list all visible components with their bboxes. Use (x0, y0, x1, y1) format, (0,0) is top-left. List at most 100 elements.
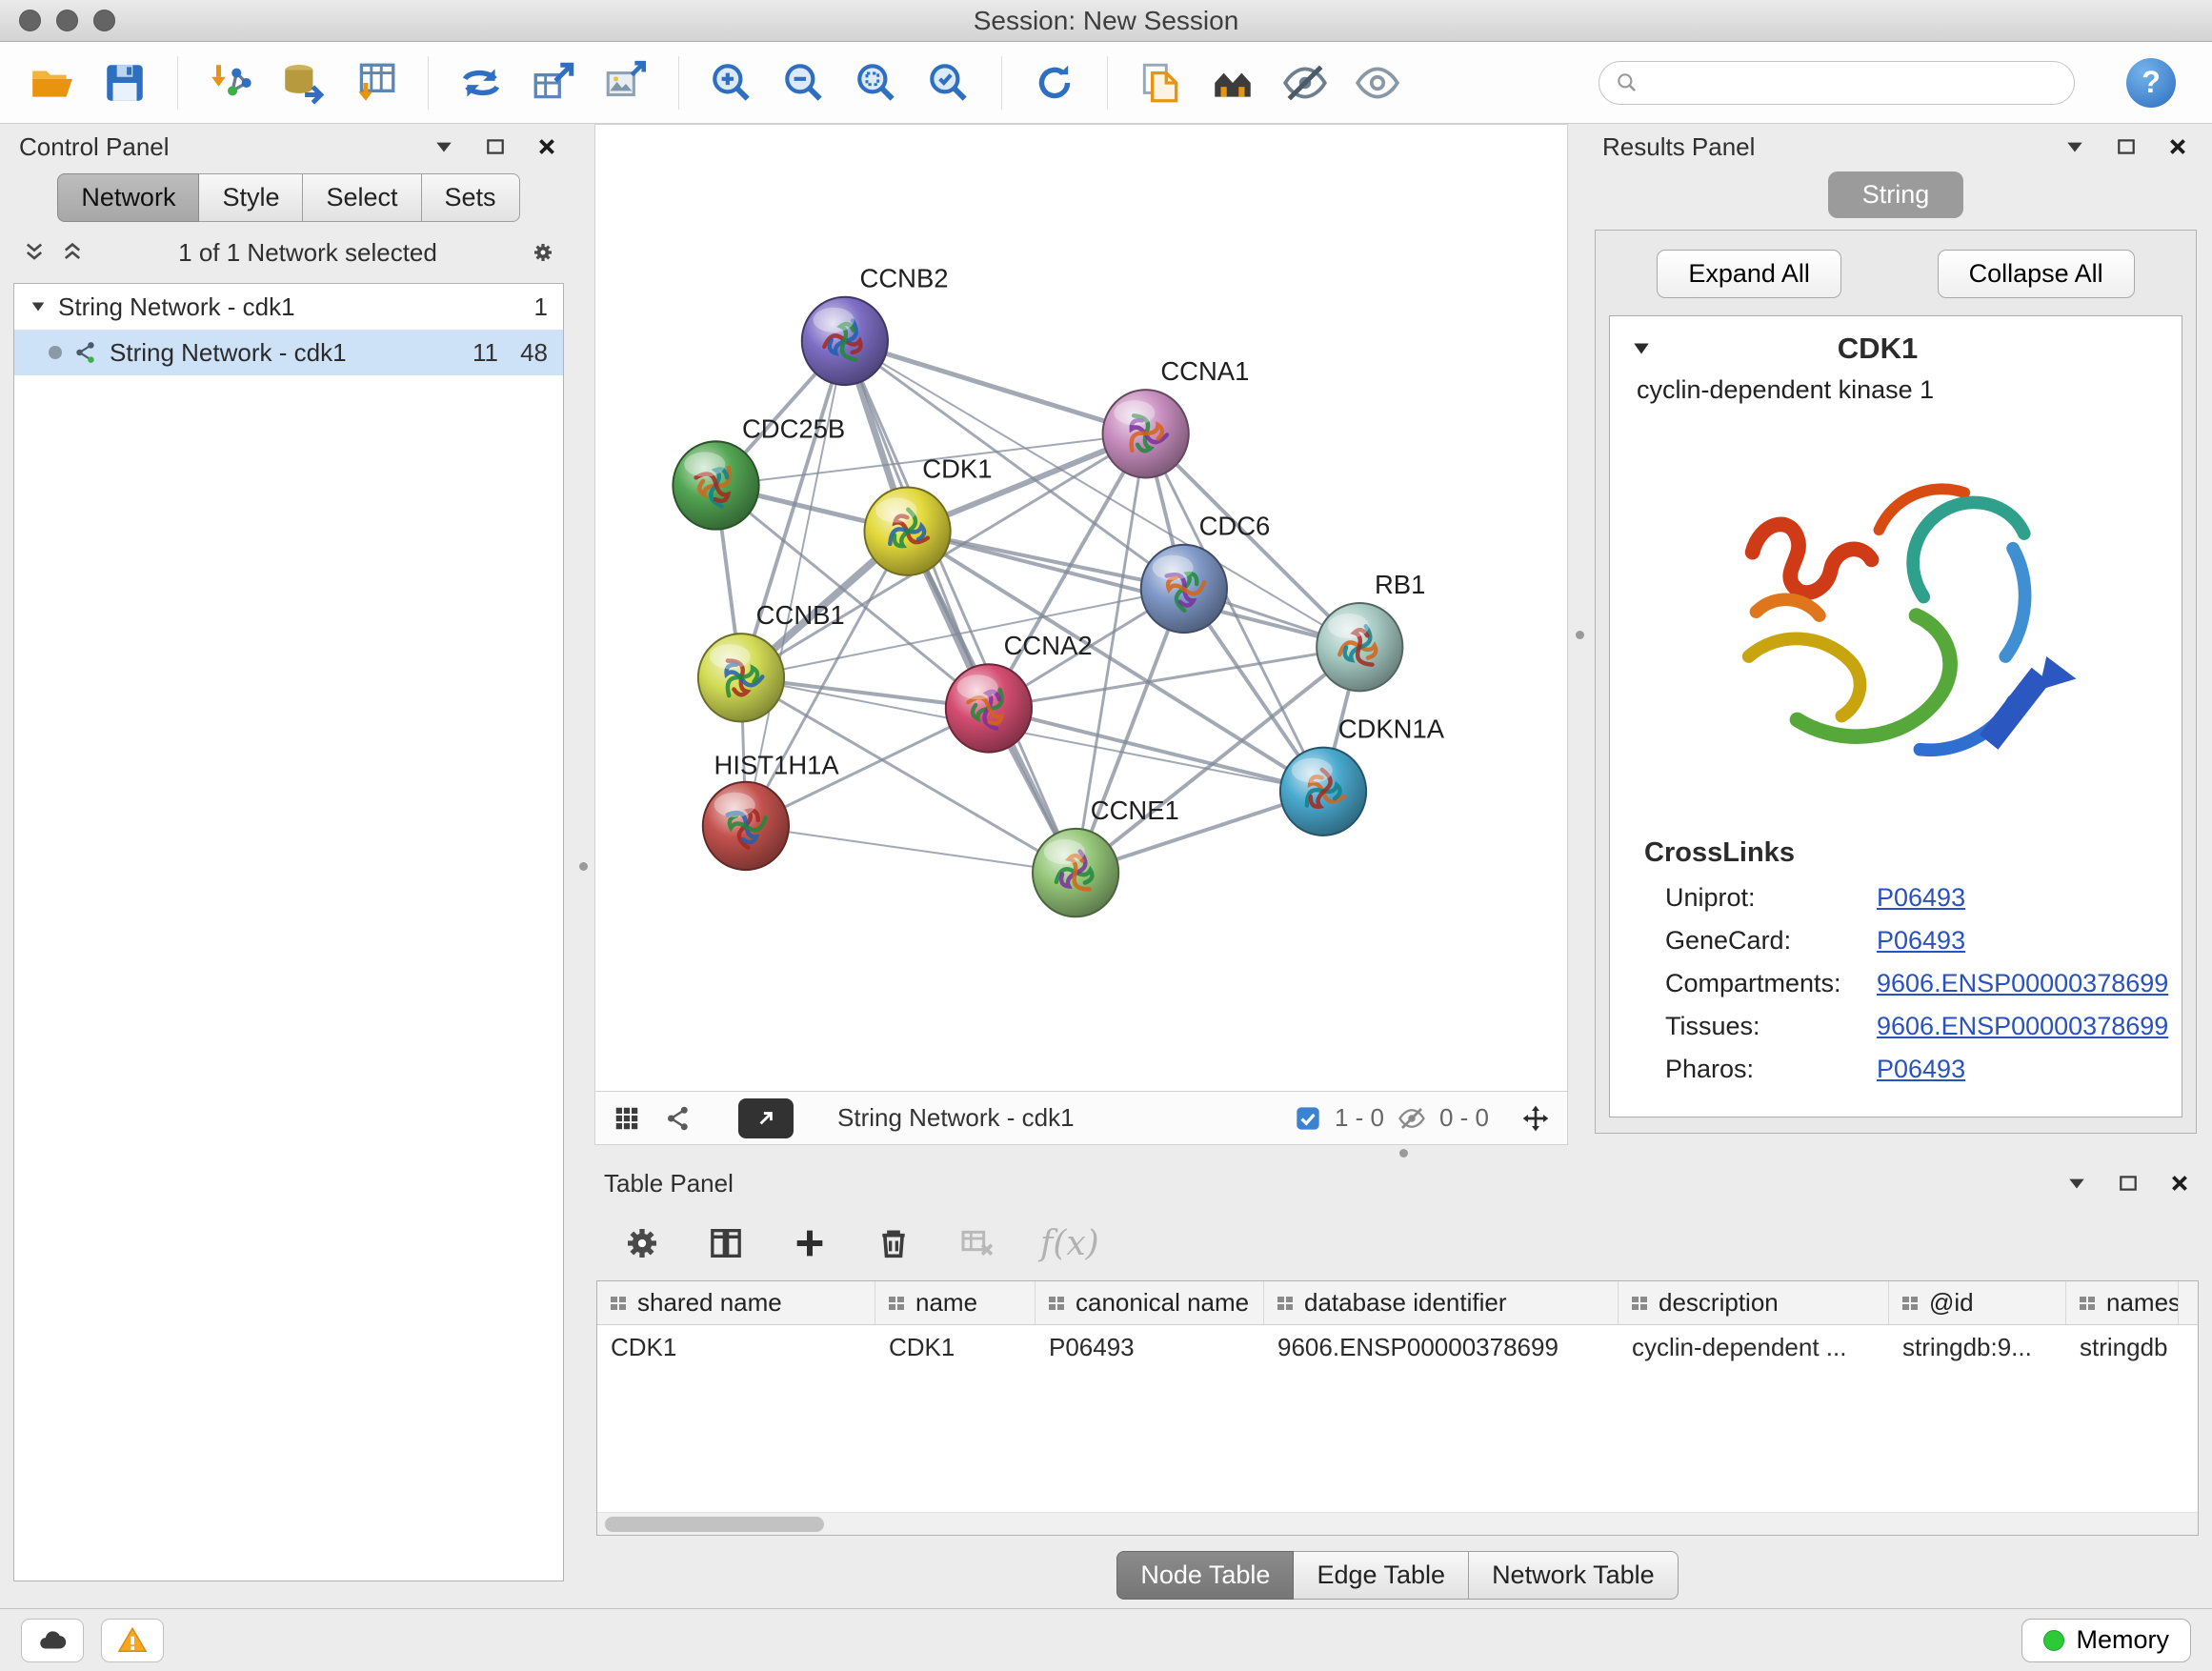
birdseye-view-button[interactable] (611, 1102, 643, 1135)
warnings-button[interactable] (101, 1619, 164, 1662)
show-columns-button[interactable] (705, 1222, 747, 1264)
tab-style[interactable]: Style (199, 173, 303, 222)
splitter-handle (1576, 631, 1584, 639)
column-type-icon (1276, 1294, 1295, 1313)
column-header--id[interactable]: @id (1889, 1281, 2066, 1324)
results-tab-string[interactable]: String (1828, 171, 1964, 218)
selected-checkbox-icon[interactable] (1295, 1105, 1321, 1132)
column-header-canonical-name[interactable]: canonical name (1036, 1281, 1264, 1324)
network-options-gear-button[interactable] (532, 241, 554, 264)
open-session-button[interactable] (23, 53, 82, 112)
tab-edge-table[interactable]: Edge Table (1294, 1551, 1469, 1600)
panel-close-button[interactable] (535, 135, 558, 158)
network-edge[interactable] (845, 341, 1146, 433)
panel-collapse-button[interactable] (432, 135, 455, 158)
network-edge[interactable] (746, 826, 1076, 873)
crosslink-link[interactable]: P06493 (1877, 926, 1965, 956)
column-header-database-identifier[interactable]: database identifier (1264, 1281, 1619, 1324)
window-close-button[interactable] (19, 10, 41, 31)
window-minimize-button[interactable] (56, 10, 78, 31)
image-export-icon (602, 59, 650, 107)
network-overview-button[interactable] (662, 1102, 694, 1135)
network-canvas[interactable]: CCNB2CCNA1CDC25BCDK1CDC6RB1CCNB1CCNA2CDK… (594, 124, 1568, 1092)
delete-column-button[interactable] (873, 1222, 915, 1264)
panel-close-button[interactable] (2166, 135, 2189, 158)
crosslink-link[interactable]: P06493 (1877, 883, 1965, 913)
tab-network-table[interactable]: Network Table (1469, 1551, 1679, 1600)
network-edge[interactable] (845, 341, 1076, 873)
section-disclosure-triangle-icon[interactable] (1631, 338, 1652, 359)
export-view-button[interactable] (738, 1098, 794, 1138)
home-views-button[interactable] (1203, 53, 1262, 112)
left-splitter[interactable] (572, 124, 594, 1608)
collapse-all-button[interactable] (23, 241, 46, 264)
tab-network[interactable]: Network (57, 173, 199, 222)
table-export-icon (530, 59, 577, 107)
search-input[interactable] (1649, 68, 2059, 97)
zoom-fit-button[interactable] (847, 53, 906, 112)
column-type-icon (1047, 1294, 1066, 1313)
close-icon (2169, 1173, 2190, 1194)
duplicate-network-button[interactable] (1131, 53, 1190, 112)
crosslink-link[interactable]: P06493 (1877, 1055, 1965, 1084)
network-share-icon (73, 340, 98, 365)
tab-node-table[interactable]: Node Table (1116, 1551, 1294, 1600)
expand-all-button[interactable]: Expand All (1657, 250, 1841, 298)
save-session-button[interactable] (95, 53, 154, 112)
memory-button[interactable]: Memory (2021, 1619, 2191, 1662)
panel-float-button[interactable] (2115, 135, 2138, 158)
cloud-status-button[interactable] (21, 1619, 84, 1662)
window-zoom-button[interactable] (93, 10, 115, 31)
panel-float-button[interactable] (2117, 1172, 2140, 1195)
help-button[interactable]: ? (2126, 58, 2176, 108)
create-column-button[interactable] (789, 1222, 831, 1264)
network-node-label: RB1 (1375, 570, 1425, 599)
layout-arrows-button[interactable] (452, 53, 511, 112)
table-cell: CDK1 (875, 1333, 1036, 1362)
import-network-file-button[interactable] (201, 53, 260, 112)
crosslink-label: Tissues: (1665, 1012, 1877, 1041)
table-row[interactable]: CDK1CDK1P064939606.ENSP00000378699cyclin… (597, 1325, 2198, 1369)
panel-collapse-button[interactable] (2063, 135, 2086, 158)
scrollbar-thumb[interactable] (605, 1517, 824, 1532)
network-collection-row[interactable]: String Network - cdk1 1 (14, 284, 563, 330)
import-network-database-button[interactable] (273, 53, 332, 112)
export-image-button[interactable] (596, 53, 655, 112)
function-builder-button-disabled[interactable]: f(x) (1040, 1222, 1099, 1264)
horizontal-splitter[interactable] (594, 1145, 2212, 1160)
zoom-selected-button[interactable] (919, 53, 978, 112)
hidden-eye-slash-icon[interactable] (1398, 1104, 1426, 1133)
panel-float-button[interactable] (484, 135, 507, 158)
network-row-selected[interactable]: String Network - cdk1 11 48 (14, 330, 563, 375)
pan-mode-button[interactable] (1519, 1102, 1552, 1135)
panel-close-button[interactable] (2168, 1172, 2191, 1195)
panel-collapse-button[interactable] (2065, 1172, 2088, 1195)
canvas-results-splitter[interactable] (1568, 124, 1591, 1145)
horizontal-scrollbar[interactable] (597, 1512, 2198, 1535)
zoom-out-button[interactable] (774, 53, 834, 112)
table-settings-gear-button[interactable] (621, 1222, 663, 1264)
hide-elements-button[interactable] (1276, 53, 1335, 112)
delete-table-button-disabled[interactable] (956, 1222, 998, 1264)
tab-select[interactable]: Select (303, 173, 421, 222)
arrow-up-right-icon (754, 1106, 778, 1131)
network-node-label: CCNB2 (860, 263, 949, 292)
crosslink-row: Tissues:9606.ENSP00000378699 (1610, 1005, 2182, 1048)
export-table-button[interactable] (524, 53, 583, 112)
zoom-in-button[interactable] (702, 53, 761, 112)
column-header-shared-name[interactable]: shared name (597, 1281, 875, 1324)
column-header-namespac[interactable]: namespac (2066, 1281, 2179, 1324)
import-table-button[interactable] (346, 53, 405, 112)
column-header-name[interactable]: name (875, 1281, 1036, 1324)
node-table: shared namenamecanonical namedatabase id… (596, 1280, 2199, 1536)
refresh-button[interactable] (1025, 53, 1084, 112)
collapse-all-button[interactable]: Collapse All (1938, 250, 2135, 298)
crosslink-link[interactable]: 9606.ENSP00000378699 (1877, 969, 2168, 998)
column-header-description[interactable]: description (1619, 1281, 1889, 1324)
crosslink-row: Pharos:P06493 (1610, 1048, 2182, 1091)
trash-icon (875, 1224, 913, 1262)
expand-all-button[interactable] (61, 241, 84, 264)
tab-sets[interactable]: Sets (422, 173, 520, 222)
crosslink-link[interactable]: 9606.ENSP00000378699 (1877, 1012, 2168, 1041)
show-elements-button[interactable] (1348, 53, 1407, 112)
